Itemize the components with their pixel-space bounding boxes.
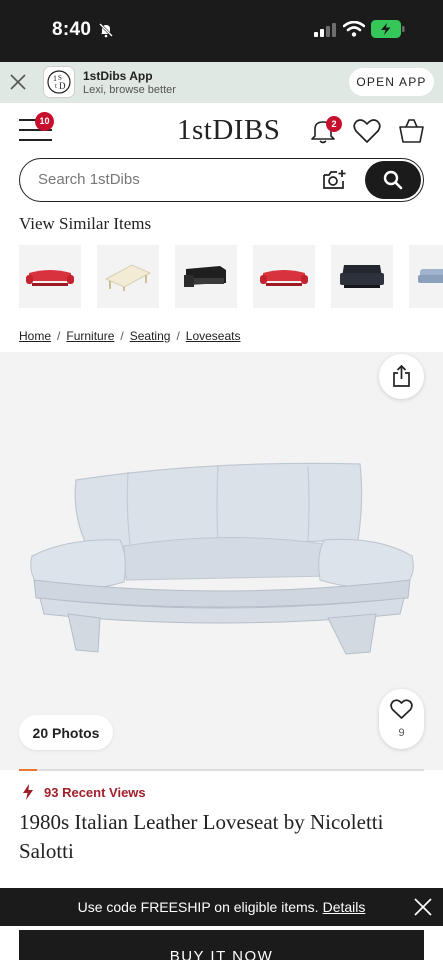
visual-search-camera-icon[interactable] [322,169,348,191]
product-title: 1980s Italian Leather Loveseat by Nicole… [19,810,384,863]
menu-badge: 10 [35,112,54,131]
share-icon [393,365,410,387]
app-banner-title: 1stDibs App [83,69,153,83]
product-photo [30,462,414,655]
bell-muted-icon [99,23,113,38]
close-icon[interactable] [413,897,433,917]
site-logo[interactable]: 1stDIBS [177,114,280,147]
shopping-bag-icon[interactable] [398,117,425,144]
battery-charging-icon [371,20,405,38]
favorites-count: 9 [398,727,405,739]
promo-details-link[interactable]: Details [323,899,366,915]
similar-item-1[interactable] [19,245,81,308]
search-input[interactable] [38,159,318,200]
breadcrumb-loveseats[interactable]: Loveseats [186,329,241,343]
gallery-progress-fill [19,769,38,771]
share-button[interactable] [379,354,424,399]
similar-item-6[interactable] [409,245,443,308]
red-sofa-thumbnail-icon [260,270,308,286]
buy-it-now-button[interactable]: BUY IT NOW [19,930,424,960]
cream-daybed-thumbnail-icon [104,264,152,291]
app-banner-subtitle: Lexi, browse better [83,84,176,96]
favorite-button[interactable]: 9 [379,689,424,749]
app-logo-icon: 1 S t D [43,66,75,98]
similar-items-carousel [19,245,443,309]
cellular-signal-icon [314,23,336,37]
lightning-icon [23,784,33,800]
promo-message: Use code FREESHIP on eligible items. Deta… [0,899,443,915]
breadcrumb-separator: / [120,329,124,343]
search-icon [383,170,403,190]
black-armchair-thumbnail-icon [340,265,384,288]
notifications-badge: 2 [326,116,342,132]
photos-count-button[interactable]: 20 Photos [19,715,113,750]
breadcrumb: Home / Furniture / Seating / Loveseats [19,329,240,343]
search-bar [19,158,424,202]
status-bar: 8:40 [0,0,443,62]
similar-item-5[interactable] [331,245,393,308]
breadcrumb-separator: / [57,329,61,343]
breadcrumb-seating[interactable]: Seating [130,329,171,343]
heart-icon [390,699,413,719]
blue-sofa-thumbnail-icon [418,269,443,283]
gallery-progress [19,769,424,771]
similar-item-4[interactable] [253,245,315,308]
svg-text:D: D [59,81,66,91]
favorites-heart-icon[interactable] [353,118,381,144]
promo-text: Use code FREESHIP on eligible items. [77,899,319,915]
svg-text:t: t [55,82,57,90]
promo-bar: Use code FREESHIP on eligible items. Deta… [0,888,443,926]
similar-item-3[interactable] [175,245,237,308]
search-button[interactable] [365,161,421,199]
black-sofa-thumbnail-icon [184,266,226,287]
status-time: 8:40 [52,19,92,40]
breadcrumb-furniture[interactable]: Furniture [66,329,114,343]
close-icon[interactable] [8,72,28,92]
wifi-icon [343,21,365,37]
breadcrumb-separator: / [176,329,180,343]
similar-items-title: View Similar Items [19,214,152,233]
product-image-gallery[interactable] [0,352,443,770]
red-sofa-thumbnail-icon [26,270,74,286]
open-app-button[interactable]: OPEN APP [349,68,434,96]
breadcrumb-home[interactable]: Home [19,329,51,343]
recent-views-text: 93 Recent Views [44,785,146,800]
similar-item-2[interactable] [97,245,159,308]
